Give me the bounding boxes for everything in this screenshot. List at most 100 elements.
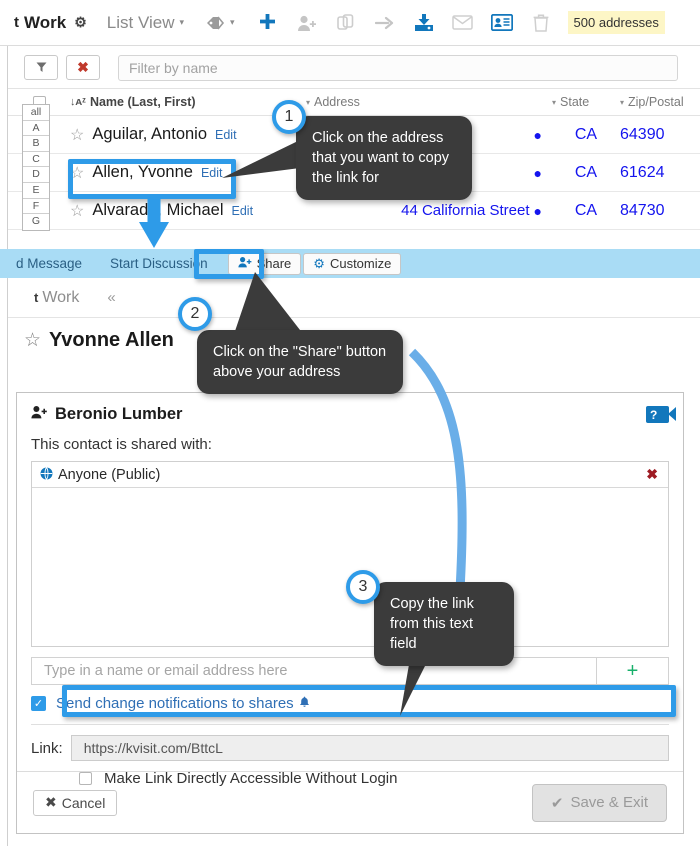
breadcrumb: t Work «: [8, 278, 700, 318]
filter-bar: ✖ Filter by name: [8, 47, 700, 89]
row-zip-cell: 64390: [620, 125, 665, 143]
share-dialog: Beronio Lumber ? This contact is shared …: [16, 392, 684, 834]
column-header-name-label: Name (Last, First): [89, 95, 196, 109]
share-person-icon: [31, 405, 48, 424]
link-input[interactable]: https://kvisit.com/BttcL: [70, 735, 669, 761]
share-list: Anyone (Public) ✖: [31, 461, 669, 647]
divider: [31, 724, 669, 725]
chevron-down-icon: ▾: [620, 97, 625, 107]
chevron-down-icon: ▾: [179, 17, 185, 27]
link-label: Link:: [31, 739, 63, 757]
row-edit-link[interactable]: Edit: [215, 128, 237, 142]
alpha-item-d[interactable]: D: [23, 167, 49, 183]
callout-tooltip-1: Click on the address that you want to co…: [296, 116, 472, 200]
filter-input[interactable]: Filter by name: [118, 54, 678, 81]
customize-button[interactable]: ⚙ Customize: [303, 252, 402, 275]
alpha-item-f[interactable]: F: [23, 199, 49, 215]
alpha-item-c[interactable]: C: [23, 152, 49, 168]
brand[interactable]: t Work ⚙: [14, 13, 87, 33]
map-pin-icon[interactable]: ●: [534, 127, 542, 143]
highlight-box-row: [68, 159, 236, 199]
list-view-dropdown[interactable]: List View ▾: [107, 13, 184, 33]
row-name-cell[interactable]: ☆ Aguilar, Antonio Edit: [70, 125, 306, 145]
row-edit-link[interactable]: Edit: [232, 204, 254, 218]
chevron-down-icon: ▾: [306, 97, 311, 107]
column-header-state[interactable]: ▾ State: [552, 95, 620, 109]
filter-icon-button[interactable]: [24, 55, 58, 80]
column-header-address-label: Address: [314, 95, 360, 109]
row-address-cell[interactable]: 44 California Street ●: [306, 202, 552, 219]
alpha-item-g[interactable]: G: [23, 214, 49, 230]
gear-icon[interactable]: ⚙: [74, 14, 87, 31]
column-header-name[interactable]: ↓ᴀᶻ Name (Last, First): [70, 95, 306, 109]
action-strip: d Message Start Discussion Share ⚙ Custo…: [0, 249, 700, 278]
favorite-star-icon[interactable]: ☆: [70, 125, 84, 145]
cancel-button[interactable]: ✖ Cancel: [33, 789, 118, 816]
step-badge-2: 2: [178, 297, 212, 331]
row-name-cell[interactable]: ☆ Alvarado, Michael Edit: [70, 201, 306, 221]
remove-share-button[interactable]: ✖: [646, 466, 658, 483]
share-entry: Anyone (Public): [40, 467, 160, 483]
add-icon[interactable]: [257, 12, 279, 34]
window-left-edge: [0, 0, 8, 846]
tag-icon: [207, 15, 225, 30]
add-share-button[interactable]: +: [597, 657, 669, 685]
collapse-icon[interactable]: «: [107, 289, 115, 306]
alpha-item-all[interactable]: all: [23, 105, 49, 121]
column-header-address[interactable]: ▾ Address: [306, 95, 552, 109]
sort-icon: ↓ᴀᶻ: [70, 96, 86, 108]
customize-button-label: Customize: [329, 256, 392, 271]
alpha-item-b[interactable]: B: [23, 136, 49, 152]
dialog-title-wrap: Beronio Lumber: [31, 405, 182, 424]
favorite-star-icon[interactable]: ☆: [70, 201, 84, 221]
notify-checkbox[interactable]: ✓: [31, 696, 46, 711]
breadcrumb-work[interactable]: t Work: [34, 289, 79, 307]
callout-tooltip-3: Copy the link from this text field: [374, 582, 514, 666]
shared-with-label: This contact is shared with:: [31, 436, 212, 453]
list-item[interactable]: Anyone (Public) ✖: [32, 462, 668, 488]
callout-tooltip-2: Click on the "Share" button above your a…: [197, 330, 403, 394]
list-view-label: List View: [106, 12, 175, 32]
column-header-zip[interactable]: ▾ Zip/Postal: [620, 95, 700, 109]
tag-dropdown[interactable]: ▾: [206, 15, 235, 31]
share-entry-label: Anyone (Public): [58, 466, 161, 483]
step-badge-3: 3: [346, 570, 380, 604]
row-name-label: Alvarado, Michael: [92, 201, 224, 219]
table-header-row: ↓ᴀᶻ Name (Last, First) ▾ Address ▾ State…: [8, 89, 700, 116]
save-exit-button-label: Save & Exit: [570, 794, 648, 811]
help-question-mark: ?: [650, 407, 658, 422]
move-arrow-icon: [374, 12, 396, 34]
globe-icon: [40, 466, 53, 483]
clear-filter-button[interactable]: ✖: [66, 55, 100, 80]
dialog-footer: ✖ Cancel ✔ Save & Exit: [17, 771, 683, 833]
close-icon: ✖: [45, 794, 57, 810]
alphabet-index-rail[interactable]: all A B C D E F G: [22, 104, 50, 231]
column-header-zip-label: Zip/Postal: [628, 95, 684, 109]
import-icon[interactable]: [413, 12, 435, 34]
cancel-button-label: Cancel: [61, 794, 106, 811]
row-state-cell: CA: [574, 125, 598, 143]
help-video-icon[interactable]: ?: [646, 406, 676, 423]
address-count-badge: 500 addresses: [567, 11, 665, 34]
save-exit-button[interactable]: ✔ Save & Exit: [531, 783, 667, 822]
page-title: Yvonne Allen: [49, 328, 174, 351]
alpha-item-a[interactable]: A: [23, 121, 49, 137]
contact-card-icon[interactable]: [490, 12, 513, 34]
trash-icon: [530, 12, 552, 34]
row-state-cell: CA: [574, 201, 598, 219]
row-zip-cell: 84730: [620, 201, 665, 219]
dialog-title: Beronio Lumber: [55, 405, 183, 423]
highlight-box-link: [62, 685, 676, 717]
map-pin-icon[interactable]: ●: [534, 203, 542, 219]
mail-icon: [452, 12, 474, 34]
copy-icon: [335, 12, 357, 34]
alpha-item-e[interactable]: E: [23, 183, 49, 199]
favorite-star-icon[interactable]: ☆: [24, 329, 41, 352]
toolbar-icon-group: [257, 12, 552, 34]
add-share-input[interactable]: Type in a name or email address here: [31, 657, 597, 685]
map-pin-icon[interactable]: ●: [534, 165, 542, 181]
column-header-state-label: State: [560, 95, 590, 109]
send-message-link[interactable]: d Message: [2, 256, 96, 271]
add-person-icon: [296, 12, 318, 34]
link-row: Link: https://kvisit.com/BttcL: [31, 735, 669, 761]
